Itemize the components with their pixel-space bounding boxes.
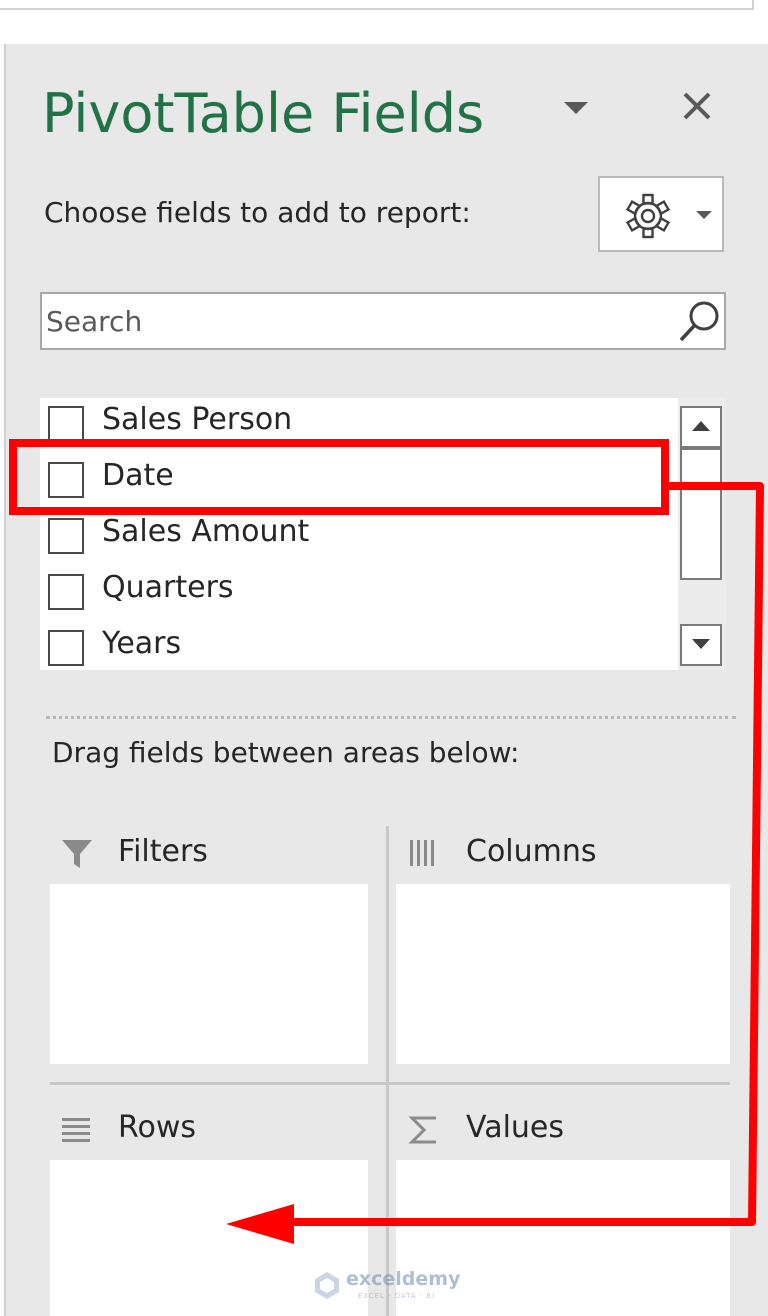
scroll-thumb[interactable] [680,448,722,580]
field-checkbox[interactable] [48,574,84,610]
area-title: Filters [118,834,208,869]
rows-icon [62,1118,90,1142]
area-title: Values [466,1110,565,1145]
watermark-name: exceldemy [346,1268,461,1290]
section-divider [46,716,736,719]
columns-drop-zone[interactable] [396,884,730,1064]
rows-area-header: Rows [60,1108,360,1156]
pane-options-dropdown[interactable] [558,96,594,120]
scroll-up-button[interactable] [680,406,722,448]
areas-vertical-divider [386,826,389,1316]
area-title: Columns [466,834,597,869]
screenshot-stage: PivotTable Fields Choose fields to add t… [0,0,768,1316]
pane-title: PivotTable Fields [42,82,485,145]
field-label: Sales Amount [102,514,310,549]
search-icon[interactable] [676,298,722,344]
field-label: Years [102,626,182,661]
worksheet-edge [0,0,754,10]
field-label: Date [102,458,174,493]
field-list-tools-button[interactable] [598,176,724,252]
field-list-scrollbar[interactable] [678,398,726,670]
field-checkbox[interactable] [48,630,84,666]
exceldemy-logo-icon [315,1272,339,1299]
field-label: Quarters [102,570,234,605]
columns-icon [410,840,434,866]
filter-icon [62,840,92,868]
watermark: exceldemy EXCEL · DATA · BI [312,1266,462,1306]
gear-icon [625,193,671,239]
chevron-up-icon [692,421,710,431]
filters-area-header: Filters [60,832,360,880]
chevron-down-icon [696,211,712,219]
area-title: Rows [118,1110,197,1145]
sigma-icon [408,1116,436,1144]
watermark-tagline: EXCEL · DATA · BI [358,1292,436,1300]
choose-fields-label: Choose fields to add to report: [44,196,471,229]
values-area-header: Values [408,1108,708,1156]
field-item-quarters[interactable]: Quarters [40,566,674,622]
chevron-down-icon [692,639,710,649]
field-list: Sales Person Date Sales Amount Quarters … [40,398,726,670]
areas-horizontal-divider [50,1082,730,1085]
drag-fields-label: Drag fields between areas below: [52,736,520,769]
search-input[interactable] [46,298,666,344]
field-item-years[interactable]: Years [40,622,674,678]
chevron-down-icon [564,102,588,114]
columns-area-header: Columns [408,832,708,880]
field-item-sales-amount[interactable]: Sales Amount [40,510,674,566]
field-checkbox[interactable] [48,406,84,442]
field-checkbox[interactable] [48,518,84,554]
scroll-down-button[interactable] [680,624,722,666]
field-item-date[interactable]: Date [40,454,674,510]
field-checkbox[interactable] [48,462,84,498]
close-icon [683,92,711,120]
field-label: Sales Person [102,402,293,437]
search-box [40,292,726,350]
close-pane-button[interactable] [674,84,720,130]
filters-drop-zone[interactable] [50,884,368,1064]
field-item-sales-person[interactable]: Sales Person [40,398,674,454]
